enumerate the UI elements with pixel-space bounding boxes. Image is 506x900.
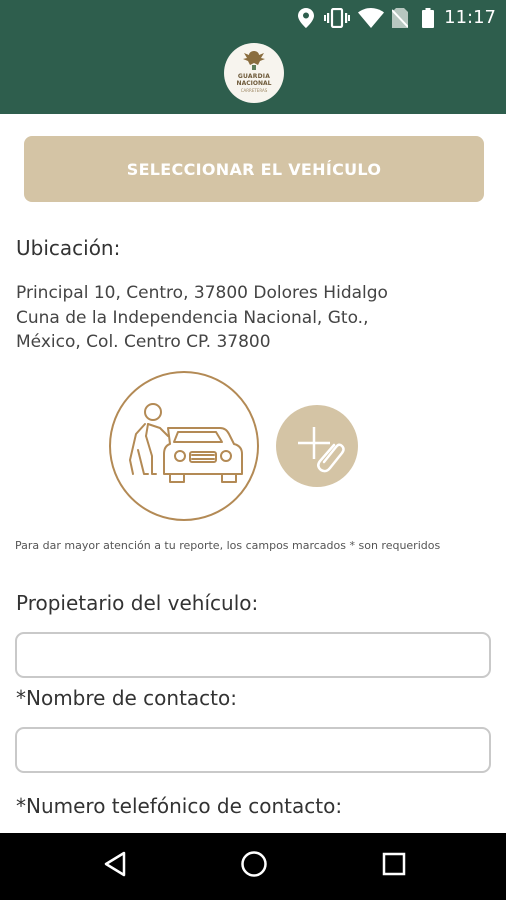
add-attachment-button[interactable] <box>276 405 358 487</box>
car-accident-icon[interactable] <box>108 370 260 522</box>
required-fields-note: Para dar mayor atención a tu reporte, lo… <box>15 539 441 552</box>
select-vehicle-button[interactable]: SELECCIONAR EL VEHÍCULO <box>24 136 484 202</box>
contact-phone-label: *Numero telefónico de contacto: <box>16 794 343 818</box>
logo-line1: GUARDIA <box>237 73 271 80</box>
recents-icon[interactable] <box>381 850 407 878</box>
address-text: Principal 10, Centro, 37800 Dolores Hida… <box>16 281 486 355</box>
no-sim-icon <box>392 8 408 28</box>
address-line3: México, Col. Centro CP. 37800 <box>16 332 271 352</box>
address-line2: Cuna de la Independencia Nacional, Gto., <box>16 307 369 328</box>
eagle-emblem-icon <box>243 51 265 70</box>
address-line1: Principal 10, Centro, 37800 Dolores Hida… <box>16 283 388 303</box>
guardia-nacional-logo: GUARDIA NACIONAL CARRETERAS <box>224 43 284 103</box>
home-icon[interactable] <box>240 850 268 878</box>
owner-input[interactable] <box>15 632 491 678</box>
location-label: Ubicación: <box>16 236 121 260</box>
contact-name-label: *Nombre de contacto: <box>16 686 237 710</box>
location-icon <box>298 8 314 28</box>
contact-name-input[interactable] <box>15 727 491 773</box>
app-bar: GUARDIA NACIONAL CARRETERAS <box>0 36 506 114</box>
status-time: 11:17 <box>444 7 496 28</box>
logo-line2: NACIONAL <box>236 80 272 87</box>
back-icon[interactable] <box>102 850 128 878</box>
add-attachment-icon <box>298 427 345 473</box>
owner-label: Propietario del vehículo: <box>16 591 259 615</box>
battery-icon <box>422 8 434 28</box>
navigation-bar <box>0 833 506 900</box>
vibrate-icon <box>324 8 350 28</box>
logo-line3: CARRETERAS <box>240 88 268 93</box>
wifi-icon <box>358 8 384 28</box>
status-bar: 11:17 <box>0 0 506 36</box>
